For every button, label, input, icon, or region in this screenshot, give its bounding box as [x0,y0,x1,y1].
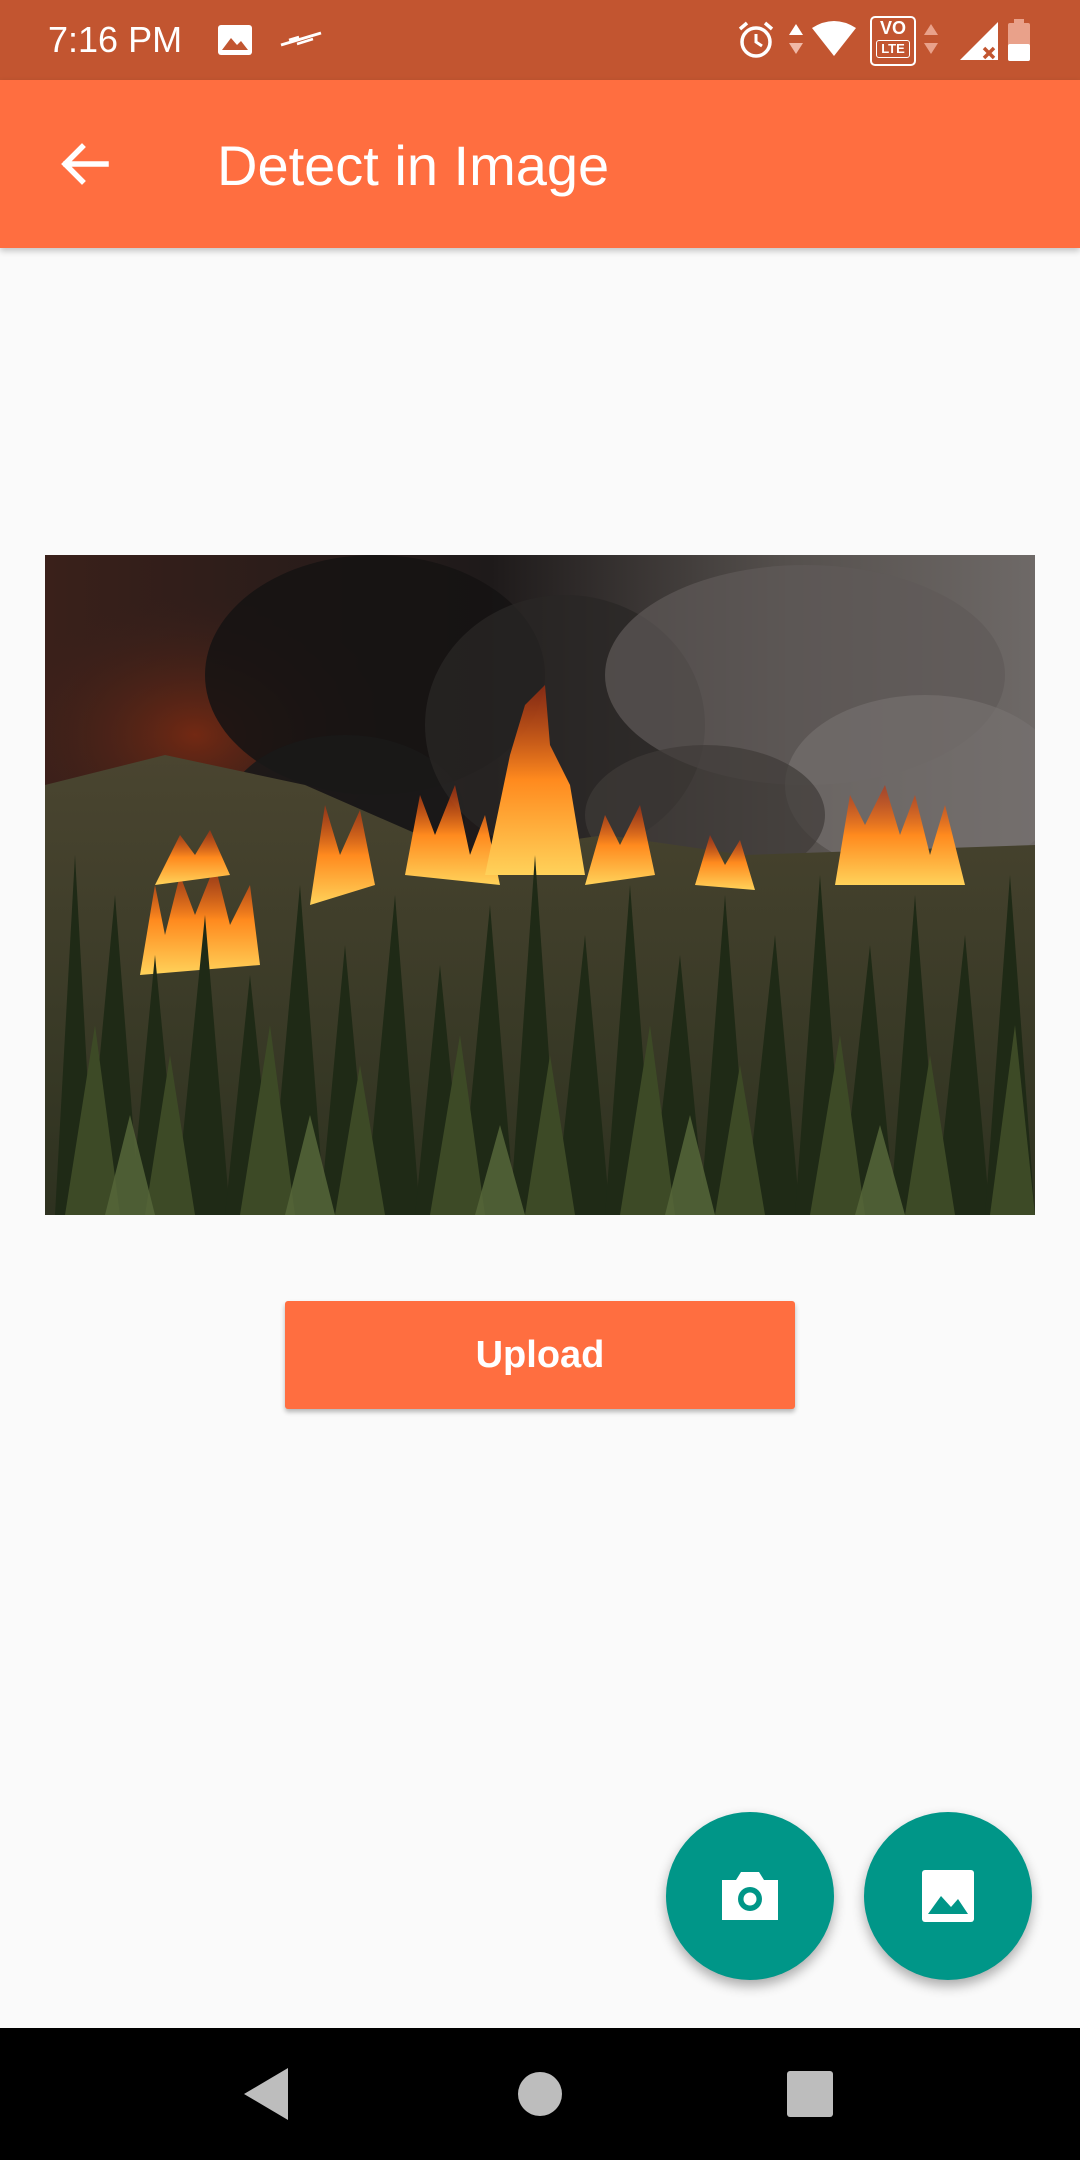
camera-icon [722,1872,778,1920]
volte-label: VO [879,18,906,38]
app-notification-icon [280,31,322,47]
page-title: Detect in Image [217,134,610,197]
volte-icon: VO LTE [870,16,916,66]
image-notification-icon [218,25,252,55]
alarm-icon [738,21,774,58]
camera-fab[interactable] [666,1812,834,1980]
navigation-bar [0,2028,1080,2160]
preview-image [45,555,1035,1215]
data-arrows-icon-2 [924,24,938,54]
wifi-icon [812,21,856,56]
upload-button[interactable]: Upload [285,1301,795,1409]
status-time: 7:16 PM [48,19,183,60]
data-arrows-icon [789,24,803,54]
gallery-icon [922,1870,974,1922]
recents-square-icon[interactable] [780,2064,840,2124]
back-button[interactable] [36,120,132,208]
status-bar: 7:16 PM VO LTE [0,0,1080,80]
back-triangle-icon[interactable] [238,2064,298,2124]
arrow-back-icon [61,143,109,185]
battery-icon [1008,19,1030,61]
lte-label: LTE [876,40,910,58]
gallery-fab[interactable] [864,1812,1032,1980]
home-circle-icon[interactable] [510,2064,570,2124]
signal-icon [960,22,998,60]
app-bar: Detect in Image [0,80,1080,248]
